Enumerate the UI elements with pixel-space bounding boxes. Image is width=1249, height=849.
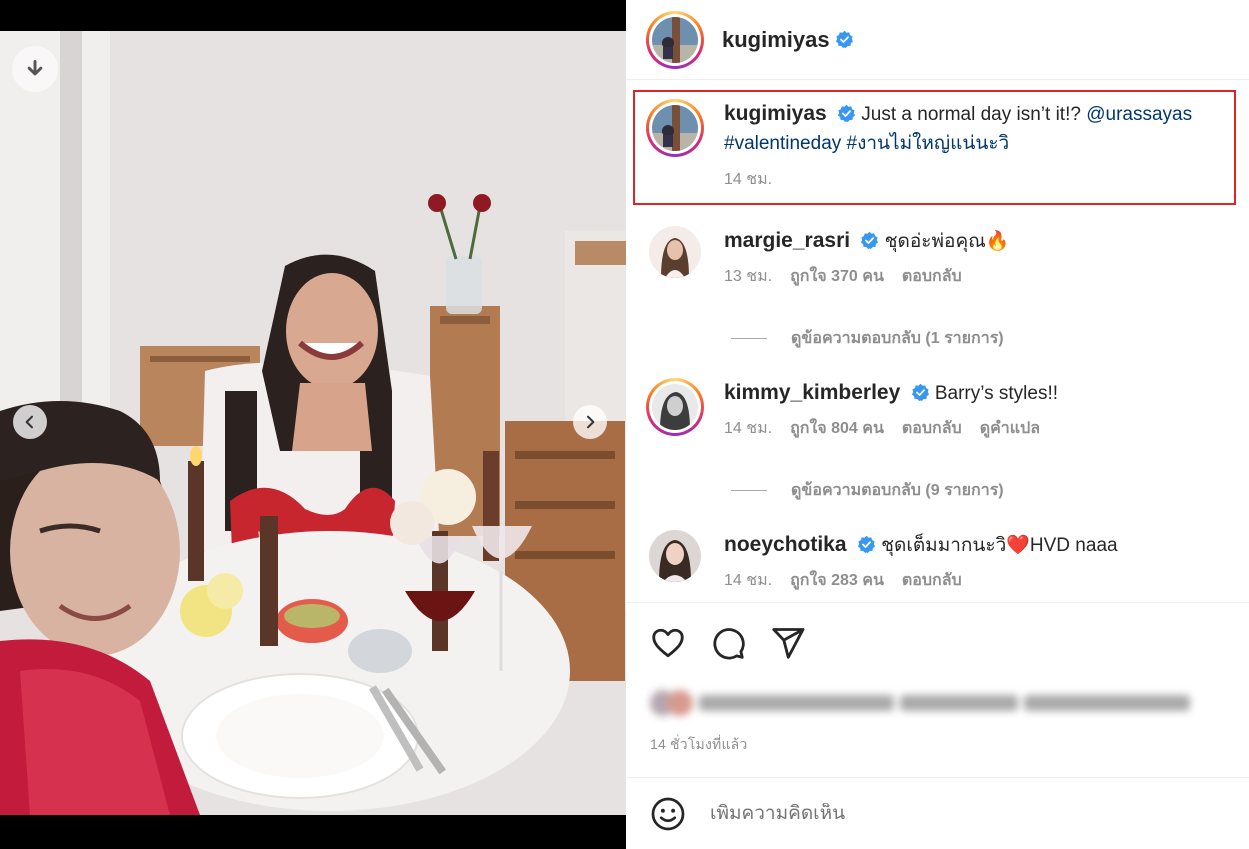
- translate-button[interactable]: ดูคำแปล: [980, 416, 1040, 441]
- carousel-next-button[interactable]: [573, 405, 607, 439]
- reply-button[interactable]: ตอบกลับ: [902, 568, 962, 593]
- comment-time: 14 ชม.: [724, 572, 773, 589]
- post-media: [0, 0, 626, 849]
- comment-item: noeychotika ชุดเต็มมากนะวิ❤️HVD naaa 14 …: [646, 530, 1118, 593]
- chevron-left-icon: [25, 415, 33, 429]
- caption-mention[interactable]: @urassayas: [1086, 104, 1192, 125]
- caption-text: Just a normal day isn’t it!?: [861, 104, 1081, 125]
- add-comment-bar: [626, 777, 1249, 849]
- comment-time: 13 ชม.: [724, 268, 773, 285]
- reply-button[interactable]: ตอบกลับ: [902, 264, 962, 289]
- carousel-dot: [340, 782, 346, 788]
- carousel-dot: [290, 782, 296, 788]
- comment-username[interactable]: kimmy_kimberley: [724, 381, 900, 404]
- view-replies-label: ดูข้อความตอบกลับ (9 รายการ): [791, 482, 1004, 499]
- carousel-prev-button[interactable]: [13, 405, 47, 439]
- caption-avatar[interactable]: [646, 99, 704, 157]
- verified-badge-icon: [861, 231, 879, 250]
- carousel-dot: [300, 782, 306, 788]
- carousel-dot: [310, 782, 316, 788]
- replies-divider: [731, 490, 767, 491]
- comment-text: ชุดเต็มมากนะวิ❤️HVD naaa: [881, 535, 1118, 556]
- comment-username[interactable]: margie_rasri: [724, 229, 850, 252]
- verified-badge-icon: [857, 535, 875, 554]
- caption-time: 14 ชม.: [724, 171, 773, 188]
- post-caption: kugimiyas Just a normal day isn’t it!? @…: [646, 99, 1224, 192]
- comment-icon[interactable]: [710, 625, 746, 661]
- comment-text: ชุดอ่ะพ่อคุณ🔥: [884, 231, 1010, 252]
- comment-avatar[interactable]: [649, 226, 701, 278]
- view-replies-button[interactable]: ดูข้อความตอบกลับ (1 รายการ): [731, 326, 1004, 351]
- carousel-dot: [320, 782, 326, 788]
- download-button[interactable]: [12, 46, 58, 92]
- author-avatar[interactable]: [646, 10, 704, 69]
- carousel-indicator: [0, 782, 626, 788]
- comment-item: margie_rasri ชุดอ่ะพ่อคุณ🔥 13 ชม. ถูกใจ …: [646, 226, 1009, 289]
- caption-hashtag[interactable]: #งานไม่ใหญ่แน่นะวิ: [847, 133, 1010, 154]
- comment-likes[interactable]: ถูกใจ 370 คน: [790, 264, 884, 289]
- post-time-ago: 14 ชั่วโมงที่แล้ว: [650, 736, 748, 752]
- comment-item: kimmy_kimberley Barry’s styles!! 14 ชม. …: [646, 378, 1058, 441]
- download-icon: [27, 60, 43, 76]
- comment-avatar[interactable]: [646, 378, 704, 436]
- post-side-panel: kugimiyas kugimiyas Just a normal day is…: [626, 0, 1249, 849]
- comment-username[interactable]: noeychotika: [724, 533, 847, 556]
- verified-badge-icon: [835, 30, 853, 49]
- post-photo: [0, 31, 626, 815]
- author-username[interactable]: kugimiyas: [722, 27, 830, 53]
- reply-button[interactable]: ตอบกลับ: [902, 416, 962, 441]
- heart-icon[interactable]: [650, 625, 686, 661]
- view-replies-button[interactable]: ดูข้อความตอบกลับ (9 รายการ): [731, 478, 1004, 503]
- comment-input[interactable]: [710, 802, 1190, 825]
- view-replies-label: ดูข้อความตอบกลับ (1 รายการ): [791, 330, 1004, 347]
- comment-time: 14 ชม.: [724, 420, 773, 437]
- post-header: kugimiyas: [626, 0, 1249, 80]
- comment-avatar[interactable]: [649, 530, 701, 582]
- carousel-dot: [330, 782, 336, 788]
- verified-badge-icon: [837, 104, 856, 123]
- emoji-icon[interactable]: [650, 796, 686, 832]
- post-actions: 14 ชั่วโมงที่แล้ว: [626, 602, 1249, 777]
- comment-likes[interactable]: ถูกใจ 283 คน: [790, 568, 884, 593]
- comments-list: kugimiyas Just a normal day isn’t it!? @…: [626, 81, 1249, 601]
- caption-username[interactable]: kugimiyas: [724, 102, 827, 125]
- comment-text: Barry’s styles!!: [934, 383, 1059, 404]
- chevron-right-icon: [587, 415, 595, 429]
- verified-badge-icon: [911, 383, 929, 402]
- comment-likes[interactable]: ถูกใจ 804 คน: [790, 416, 884, 441]
- liked-by-summary-blurred: [650, 687, 1190, 719]
- replies-divider: [731, 338, 767, 339]
- share-icon[interactable]: [770, 625, 806, 661]
- carousel-dot: [280, 782, 286, 788]
- caption-hashtag[interactable]: #valentineday: [724, 133, 841, 154]
